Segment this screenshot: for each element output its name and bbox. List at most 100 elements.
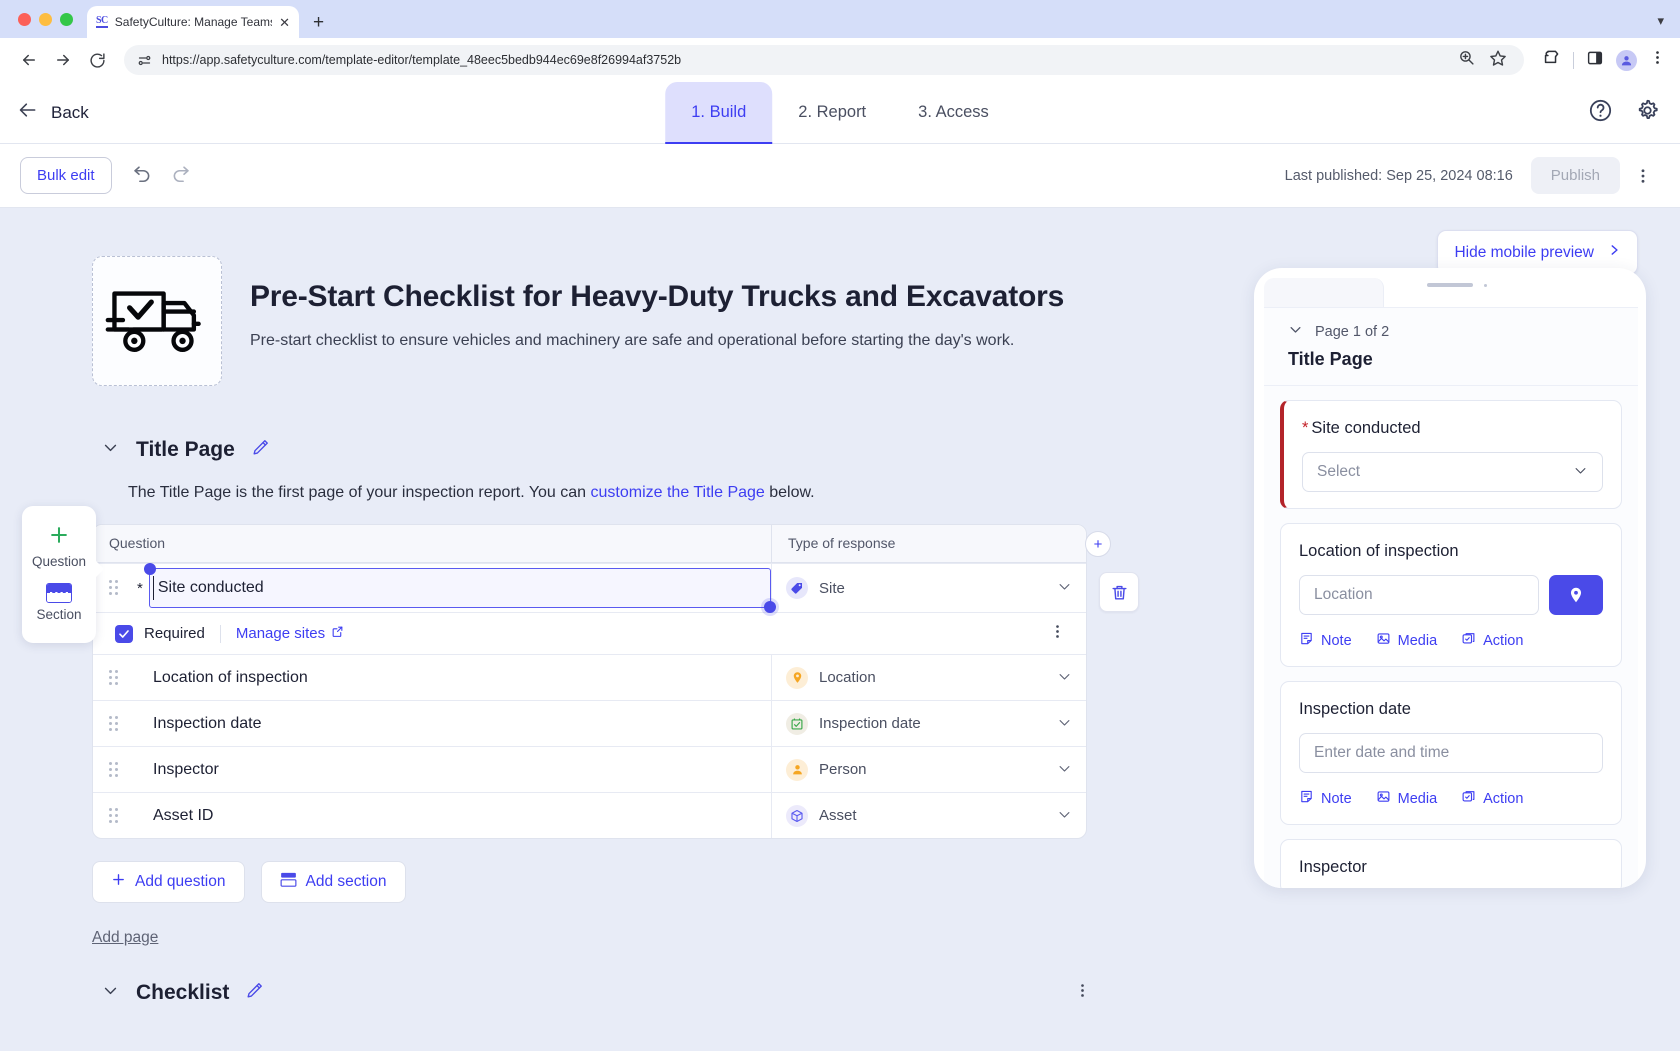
drag-handle-icon[interactable] [109, 808, 121, 824]
question-label[interactable]: Inspection date [129, 715, 262, 733]
chevron-down-icon[interactable]: ▾ [1657, 13, 1664, 29]
table-row[interactable]: Inspection date Inspection date [93, 700, 1086, 746]
close-tab-icon[interactable]: ✕ [279, 16, 290, 29]
extensions-icon[interactable] [1542, 48, 1561, 72]
collapse-section-chevron-icon[interactable] [102, 982, 120, 1004]
selection-handle-end[interactable] [764, 601, 776, 613]
collapse-section-chevron-icon[interactable] [102, 439, 120, 461]
publish-button[interactable]: Publish [1531, 157, 1620, 194]
template-icon-dropzone[interactable] [92, 256, 222, 386]
chevron-down-icon[interactable] [1057, 761, 1072, 779]
chevron-down-icon[interactable] [1057, 669, 1072, 687]
question-text-input[interactable]: Site conducted [149, 568, 771, 608]
preview-note-button[interactable]: Note [1299, 631, 1352, 650]
chevron-down-icon[interactable] [1057, 579, 1072, 597]
preview-map-pin-button[interactable] [1549, 575, 1603, 615]
pencil-icon[interactable] [251, 438, 270, 462]
insert-question-button[interactable]: Question [22, 519, 96, 576]
customize-title-page-link[interactable]: customize the Title Page [591, 484, 765, 501]
response-type-cell[interactable]: Inspection date [771, 701, 1086, 746]
question-options-row: Required Manage sites [93, 612, 1086, 654]
preview-tab-chrome [1264, 278, 1384, 308]
preview-location-input[interactable]: Location [1299, 575, 1539, 615]
preview-action-button[interactable]: Action [1461, 631, 1523, 650]
insert-section-button[interactable]: Section [22, 576, 96, 629]
question-label[interactable]: Inspector [129, 761, 219, 779]
maximize-window-button[interactable] [60, 13, 73, 26]
gear-icon[interactable] [1635, 98, 1660, 128]
preview-action-button[interactable]: Action [1461, 789, 1523, 808]
response-type-cell[interactable]: Asset [771, 793, 1086, 838]
more-options-kebab-icon[interactable] [1626, 159, 1660, 193]
table-row[interactable]: * Site conducted Site [93, 563, 1086, 612]
text-caret [153, 576, 155, 600]
preview-note-label: Note [1321, 633, 1352, 649]
new-tab-button[interactable]: + [313, 13, 324, 32]
question-label[interactable]: Location of inspection [129, 669, 308, 687]
bulk-edit-button[interactable]: Bulk edit [20, 157, 112, 194]
drag-handle-icon[interactable] [109, 580, 121, 596]
preview-card[interactable]: *Site conducted Select [1280, 400, 1622, 509]
delete-question-button[interactable] [1099, 572, 1139, 612]
help-circle-icon[interactable] [1588, 98, 1613, 128]
drag-handle-icon[interactable] [109, 716, 121, 732]
response-type-cell[interactable]: Location [771, 655, 1086, 700]
zoom-icon[interactable] [1458, 49, 1475, 71]
section-block-icon [46, 583, 72, 603]
preview-media-button[interactable]: Media [1376, 789, 1438, 808]
chevron-down-icon[interactable] [1057, 807, 1072, 825]
add-question-button[interactable]: Add question [92, 861, 245, 903]
add-column-button[interactable]: + [1085, 531, 1111, 557]
browser-tab[interactable]: SC SafetyCulture: Manage Teams and... ✕ [87, 6, 299, 38]
window-controls[interactable] [0, 13, 73, 38]
drag-handle-icon[interactable] [109, 762, 121, 778]
action-icon [1461, 631, 1476, 650]
reload-icon[interactable] [82, 45, 112, 75]
question-label[interactable]: Asset ID [129, 807, 213, 825]
bookmark-star-icon[interactable] [1489, 49, 1507, 72]
close-window-button[interactable] [18, 13, 31, 26]
back-button[interactable]: Back [0, 100, 89, 126]
required-checkbox[interactable] [115, 625, 133, 643]
template-title[interactable]: Pre-Start Checklist for Heavy-Duty Truck… [250, 278, 1064, 316]
chrome-menu-icon[interactable] [1649, 49, 1666, 71]
checklist-menu-kebab-icon[interactable] [1074, 982, 1097, 1004]
drag-handle-icon[interactable] [109, 670, 121, 686]
chevron-down-icon[interactable] [1288, 322, 1303, 341]
table-row[interactable]: Location of inspection Location [93, 654, 1086, 700]
address-bar[interactable]: https://app.safetyculture.com/template-e… [124, 45, 1524, 75]
preview-card[interactable]: Inspection date Enter date and time Note [1280, 681, 1622, 825]
table-row[interactable]: Asset ID Asset [93, 792, 1086, 838]
redo-icon[interactable] [170, 162, 191, 189]
preview-site-select[interactable]: Select [1302, 452, 1603, 492]
minimize-window-button[interactable] [39, 13, 52, 26]
preview-note-button[interactable]: Note [1299, 789, 1352, 808]
tab-report[interactable]: 2. Report [772, 82, 892, 144]
response-type-cell[interactable]: Person [771, 747, 1086, 792]
app-header: Back 1. Build 2. Report 3. Access [0, 82, 1680, 144]
manage-sites-link[interactable]: Manage sites [236, 625, 344, 642]
add-section-button[interactable]: Add section [261, 861, 406, 903]
forward-arrow-icon[interactable] [48, 45, 78, 75]
template-description[interactable]: Pre-start checklist to ensure vehicles a… [250, 332, 1064, 350]
pencil-icon[interactable] [245, 981, 264, 1005]
undo-icon[interactable] [132, 162, 153, 189]
add-page-link[interactable]: Add page [92, 929, 158, 947]
page-info-icon[interactable] [137, 53, 152, 68]
selection-handle-start[interactable] [144, 563, 156, 575]
preview-date-input[interactable]: Enter date and time [1299, 733, 1603, 773]
tab-access[interactable]: 3. Access [892, 82, 1015, 144]
green-plus-icon [22, 524, 96, 550]
response-type-cell[interactable]: Site [771, 564, 1086, 612]
tab-build[interactable]: 1. Build [665, 82, 772, 144]
row-menu-kebab-icon[interactable] [1049, 623, 1072, 644]
profile-avatar-icon[interactable] [1616, 50, 1637, 71]
table-row[interactable]: Inspector Person [93, 746, 1086, 792]
chevron-down-icon[interactable] [1057, 715, 1072, 733]
preview-card[interactable]: Location of inspection Location [1280, 523, 1622, 667]
preview-card[interactable]: Inspector [1280, 839, 1622, 888]
preview-page-indicator[interactable]: Page 1 of 2 [1264, 308, 1638, 341]
back-arrow-icon[interactable] [14, 45, 44, 75]
preview-media-button[interactable]: Media [1376, 631, 1438, 650]
side-panel-icon[interactable] [1586, 49, 1604, 72]
